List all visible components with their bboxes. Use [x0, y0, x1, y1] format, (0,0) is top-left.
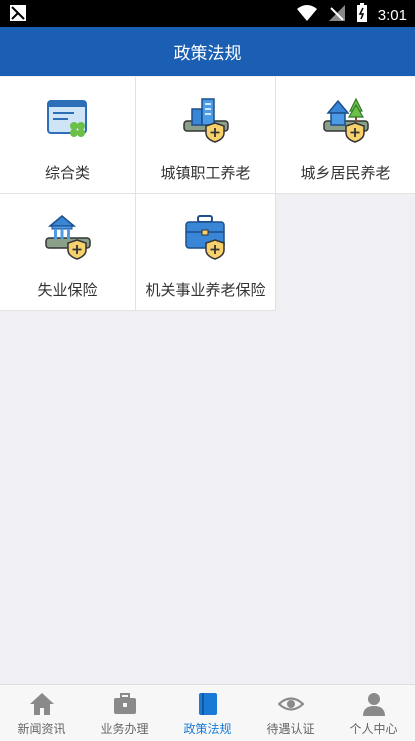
tab-label: 业务办理 [100, 722, 149, 736]
briefcase-shield-icon [182, 212, 230, 260]
briefcase-icon [112, 691, 138, 717]
category-unemployment-insurance[interactable]: 失业保险 [0, 194, 136, 311]
tab-label: 个人中心 [349, 722, 398, 736]
book-icon [195, 691, 221, 717]
home-icon [29, 691, 55, 717]
tab-certification[interactable]: 待遇认证 [249, 685, 332, 741]
tab-profile[interactable]: 个人中心 [332, 685, 415, 741]
tab-label: 新闻资讯 [17, 722, 66, 736]
category-label: 城镇职工养老 [160, 164, 251, 182]
house-tree-shield-icon [322, 95, 370, 143]
battery-icon [356, 3, 368, 27]
category-label: 机关事业养老保险 [145, 281, 266, 299]
person-icon [361, 691, 387, 717]
tab-business[interactable]: 业务办理 [83, 685, 166, 741]
category-institution-pension[interactable]: 机关事业养老保险 [136, 194, 276, 311]
page-header: 政策法规 [0, 27, 415, 76]
tab-news[interactable]: 新闻资讯 [0, 685, 83, 741]
wifi-icon [296, 4, 318, 26]
bank-shield-icon [44, 212, 92, 260]
status-time: 3:01 [377, 6, 407, 24]
category-label: 综合类 [44, 164, 90, 182]
eye-icon [277, 691, 305, 717]
category-urban-employee-pension[interactable]: 城镇职工养老 [136, 77, 276, 194]
document-icon [44, 95, 92, 143]
page-title: 政策法规 [173, 44, 242, 64]
category-label: 城乡居民养老 [300, 164, 391, 182]
notification-icon [9, 4, 27, 26]
status-bar: 3:01 [0, 0, 415, 27]
signal-icon [328, 4, 346, 26]
tab-label: 政策法规 [183, 722, 232, 736]
bottom-nav: 新闻资讯 业务办理 政策法规 待遇认证 个人中心 [0, 684, 415, 741]
category-rural-resident-pension[interactable]: 城乡居民养老 [276, 77, 415, 194]
tab-policy[interactable]: 政策法规 [166, 685, 249, 741]
category-label: 失业保险 [37, 281, 98, 299]
category-general[interactable]: 综合类 [0, 77, 136, 194]
tab-label: 待遇认证 [266, 722, 315, 736]
city-building-shield-icon [182, 95, 230, 143]
